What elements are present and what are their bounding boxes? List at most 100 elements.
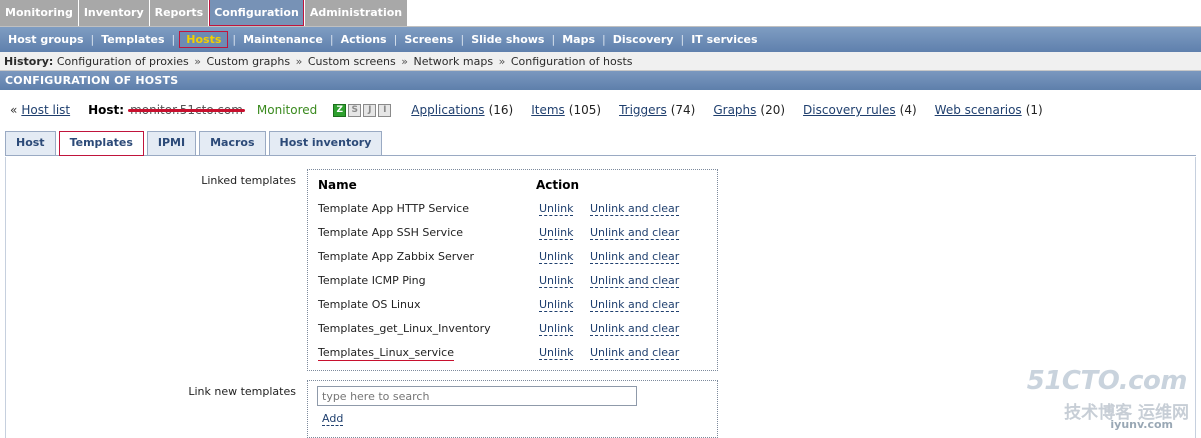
ipmi-icon: I xyxy=(378,103,392,117)
graphs-link[interactable]: Graphs xyxy=(713,103,756,117)
submenu-screens[interactable]: Screens xyxy=(401,31,456,48)
submenu-separator: | xyxy=(232,33,237,46)
unlink-and-clear-button[interactable]: Unlink and clear xyxy=(590,298,680,312)
template-search-input[interactable] xyxy=(317,386,637,406)
submenu-separator: | xyxy=(171,33,176,46)
watermark: 51CTO.com 技术博客 运维网 iyunv.com xyxy=(1027,362,1193,432)
history-separator: » xyxy=(194,55,201,68)
items-count: (105) xyxy=(568,103,602,117)
unlink-and-clear-button[interactable]: Unlink and clear xyxy=(590,274,680,288)
items-link[interactable]: Items xyxy=(531,103,565,117)
tab-templates[interactable]: Templates xyxy=(58,131,144,156)
template-name: Template App SSH Service xyxy=(318,226,464,239)
template-name: Template App Zabbix Server xyxy=(318,250,475,263)
triggers-count: (74) xyxy=(670,103,696,117)
history-label: History: xyxy=(4,55,54,68)
link-new-templates-box: Add xyxy=(307,380,718,438)
back-arrow-icon: « xyxy=(10,103,18,117)
host-name: monitor.51cto.com xyxy=(128,103,245,117)
table-row: Template OS Linux Unlink Unlink and clea… xyxy=(308,294,717,318)
top-menu-inventory[interactable]: Inventory xyxy=(78,0,149,26)
top-menu-monitoring[interactable]: Monitoring xyxy=(0,0,78,26)
submenu-host-groups[interactable]: Host groups xyxy=(5,31,87,48)
add-template-button[interactable]: Add xyxy=(322,412,344,426)
submenu-separator: | xyxy=(393,33,398,46)
discovery-rules-link[interactable]: Discovery rules xyxy=(803,103,896,117)
history-item[interactable]: Configuration of proxies xyxy=(57,55,189,68)
history-item[interactable]: Configuration of hosts xyxy=(511,55,633,68)
unlink-button[interactable]: Unlink xyxy=(539,298,574,312)
link-new-templates-label: Link new templates xyxy=(188,385,296,398)
history-item[interactable]: Custom screens xyxy=(308,55,396,68)
linked-templates-table: Name Action Template App HTTP Service Un… xyxy=(307,169,718,371)
sub-menu: Host groups | Templates | Hosts | Mainte… xyxy=(0,27,1201,52)
unlink-button[interactable]: Unlink xyxy=(539,202,574,216)
availability-icons: Z S J I xyxy=(333,103,393,117)
column-header-name: Name xyxy=(318,178,357,192)
tab-host-inventory[interactable]: Host inventory xyxy=(268,131,383,155)
page-title: CONFIGURATION OF HOSTS xyxy=(0,71,1201,90)
submenu-separator: | xyxy=(460,33,465,46)
tab-ipmi[interactable]: IPMI xyxy=(146,131,197,155)
web-scenarios-link[interactable]: Web scenarios xyxy=(935,103,1022,117)
history-item[interactable]: Network maps xyxy=(413,55,493,68)
table-row: Template App Zabbix Server Unlink Unlink… xyxy=(308,246,717,270)
web-scenarios-count: (1) xyxy=(1025,103,1043,117)
column-header-action: Action xyxy=(536,178,580,192)
top-menu-configuration[interactable]: Configuration xyxy=(209,0,304,26)
snmp-icon: S xyxy=(348,103,362,117)
redaction-strike xyxy=(128,109,245,112)
tab-host[interactable]: Host xyxy=(5,131,56,155)
template-name: Template App HTTP Service xyxy=(318,202,469,215)
table-row: Template App HTTP Service Unlink Unlink … xyxy=(308,198,717,222)
table-row: Template App SSH Service Unlink Unlink a… xyxy=(308,222,717,246)
table-row: Templates_get_Linux_Inventory Unlink Unl… xyxy=(308,318,717,342)
triggers-link[interactable]: Triggers xyxy=(619,103,667,117)
submenu-maps[interactable]: Maps xyxy=(559,31,598,48)
unlink-button[interactable]: Unlink xyxy=(539,346,574,360)
unlink-button[interactable]: Unlink xyxy=(539,226,574,240)
history-item[interactable]: Custom graphs xyxy=(207,55,291,68)
unlink-and-clear-button[interactable]: Unlink and clear xyxy=(590,202,680,216)
unlink-button[interactable]: Unlink xyxy=(539,274,574,288)
host-label: Host: xyxy=(88,103,125,117)
history-breadcrumb: History: Configuration of proxies » Cust… xyxy=(0,52,1201,71)
linked-templates-label: Linked templates xyxy=(201,174,296,187)
applications-link[interactable]: Applications xyxy=(411,103,484,117)
submenu-separator: | xyxy=(680,33,685,46)
unlink-and-clear-button[interactable]: Unlink and clear xyxy=(590,250,680,264)
submenu-hosts[interactable]: Hosts xyxy=(179,31,229,48)
history-separator: » xyxy=(401,55,408,68)
template-name: Template ICMP Ping xyxy=(318,274,426,287)
submenu-actions[interactable]: Actions xyxy=(338,31,390,48)
unlink-and-clear-button[interactable]: Unlink and clear xyxy=(590,322,680,336)
graphs-count: (20) xyxy=(760,103,786,117)
top-menu-filler xyxy=(408,0,1201,26)
top-menu-administration[interactable]: Administration xyxy=(304,0,408,26)
submenu-it-services[interactable]: IT services xyxy=(688,31,760,48)
host-header: « Host list Host: monitor.51cto.com Moni… xyxy=(0,90,1201,130)
watermark-url: iyunv.com xyxy=(1110,418,1173,431)
watermark-logo: 51CTO.com xyxy=(1026,366,1188,396)
submenu-maintenance[interactable]: Maintenance xyxy=(240,31,326,48)
discovery-rules-count: (4) xyxy=(899,103,917,117)
submenu-discovery[interactable]: Discovery xyxy=(610,31,677,48)
submenu-separator: | xyxy=(551,33,556,46)
unlink-and-clear-button[interactable]: Unlink and clear xyxy=(590,346,680,360)
top-menu-reports[interactable]: Reports xyxy=(149,0,209,26)
tab-macros[interactable]: Macros xyxy=(199,131,266,155)
submenu-separator: | xyxy=(90,33,95,46)
submenu-slide-shows[interactable]: Slide shows xyxy=(468,31,547,48)
applications-count: (16) xyxy=(488,103,514,117)
unlink-button[interactable]: Unlink xyxy=(539,250,574,264)
history-separator: » xyxy=(295,55,303,68)
jmx-icon: J xyxy=(363,103,377,117)
unlink-and-clear-button[interactable]: Unlink and clear xyxy=(590,226,680,240)
submenu-templates[interactable]: Templates xyxy=(98,31,167,48)
template-name: Templates_get_Linux_Inventory xyxy=(318,322,491,335)
unlink-button[interactable]: Unlink xyxy=(539,322,574,336)
host-list-link[interactable]: Host list xyxy=(21,103,70,117)
history-separator: » xyxy=(498,55,506,68)
submenu-separator: | xyxy=(602,33,606,46)
table-row: Template ICMP Ping Unlink Unlink and cle… xyxy=(308,270,717,294)
